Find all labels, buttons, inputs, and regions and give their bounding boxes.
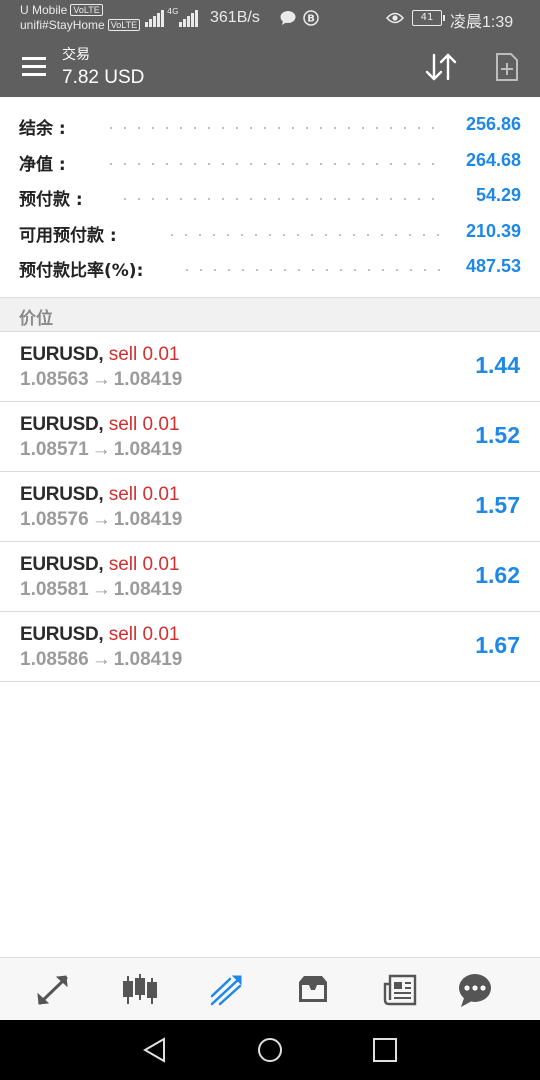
menu-icon[interactable] bbox=[22, 57, 48, 77]
open-price: 1.08563 bbox=[20, 369, 89, 390]
history-icon[interactable] bbox=[293, 970, 333, 1010]
summary-row-margin-level: 预付款比率(%): 487.53 bbox=[0, 250, 540, 286]
chat-bubble-icon bbox=[280, 11, 296, 25]
summary-label: 可用预付款 : bbox=[19, 225, 117, 246]
position-profit: 1.57 bbox=[475, 492, 520, 518]
volte-badge-2: VoLTE bbox=[107, 19, 141, 31]
summary-row-margin: 预付款 : 54.29 bbox=[0, 179, 540, 215]
eye-icon bbox=[386, 12, 404, 24]
chart-icon[interactable] bbox=[120, 970, 160, 1010]
position-row[interactable]: EURUSD, sell 0.01 1.08571 → 1.08419 1.52 bbox=[0, 402, 540, 472]
open-price: 1.08576 bbox=[20, 509, 89, 530]
price-arrow: → bbox=[91, 649, 111, 670]
current-price: 1.08419 bbox=[113, 649, 183, 670]
section-label: 价位 bbox=[19, 309, 53, 329]
dotted-leader bbox=[104, 127, 440, 129]
battery-icon: 41 bbox=[412, 10, 445, 26]
current-price: 1.08419 bbox=[113, 369, 183, 390]
bottom-nav bbox=[0, 957, 540, 1020]
summary-value: 210.39 bbox=[465, 220, 521, 241]
position-row[interactable]: EURUSD, sell 0.01 1.08563 → 1.08419 1.44 bbox=[0, 332, 540, 402]
signal-icon: 4G bbox=[145, 7, 207, 27]
dotted-leader bbox=[180, 269, 440, 271]
current-price: 1.08419 bbox=[113, 579, 183, 600]
position-symbol: EURUSD, bbox=[20, 554, 104, 575]
new-order-icon[interactable] bbox=[494, 52, 520, 82]
position-side: sell 0.01 bbox=[108, 414, 180, 435]
open-price: 1.08571 bbox=[20, 439, 89, 460]
price-arrow: → bbox=[91, 439, 111, 460]
system-nav-bar bbox=[0, 1020, 540, 1080]
position-symbol: EURUSD, bbox=[20, 624, 104, 645]
position-symbol: EURUSD, bbox=[20, 344, 104, 365]
positions-list: EURUSD, sell 0.01 1.08563 → 1.08419 1.44 E… bbox=[0, 332, 540, 682]
position-profit: 1.62 bbox=[475, 562, 520, 588]
position-side: sell 0.01 bbox=[108, 484, 180, 505]
b-circle-icon: B bbox=[303, 10, 319, 26]
price-arrow: → bbox=[91, 579, 111, 600]
position-row[interactable]: EURUSD, sell 0.01 1.08576 → 1.08419 1.57 bbox=[0, 472, 540, 542]
open-price: 1.08581 bbox=[20, 579, 89, 600]
dotted-leader bbox=[104, 162, 440, 165]
summary-row-balance: 结余 : 256.86 bbox=[0, 108, 540, 144]
summary-label: 结余 : bbox=[19, 119, 66, 139]
current-price: 1.08419 bbox=[113, 509, 183, 530]
summary-row-free-margin: 可用预付款 : 210.39 bbox=[0, 215, 540, 251]
svg-text:B: B bbox=[307, 14, 315, 25]
profit-total: 7.82 USD bbox=[62, 67, 145, 88]
position-side: sell 0.01 bbox=[108, 554, 180, 575]
summary-value: 264.68 bbox=[465, 149, 521, 170]
status-bar: U Mobile VoLTE unifi#StayHome VoLTE 4G 361… bbox=[0, 0, 540, 38]
position-symbol: EURUSD, bbox=[20, 414, 104, 435]
summary-value: 54.29 bbox=[475, 185, 521, 205]
summary-label: 预付款 : bbox=[19, 190, 83, 210]
volte-badge: VoLTE bbox=[70, 4, 103, 16]
news-icon[interactable] bbox=[380, 970, 420, 1010]
home-icon[interactable] bbox=[255, 1035, 285, 1065]
summary-label: 预付款比率(%): bbox=[19, 261, 144, 281]
network-type: 4G bbox=[167, 7, 179, 16]
trade-icon[interactable] bbox=[206, 970, 246, 1010]
price-arrow: → bbox=[91, 509, 111, 530]
current-price: 1.08419 bbox=[113, 439, 183, 460]
section-header: 价位 bbox=[0, 297, 540, 332]
position-side: sell 0.01 bbox=[108, 624, 180, 645]
price-arrow: → bbox=[91, 369, 111, 390]
position-profit: 1.52 bbox=[475, 422, 520, 448]
recents-icon[interactable] bbox=[370, 1035, 400, 1065]
account-summary: 结余 : 256.86 净值 : 264.68 预付款 : 54.29 可用预付… bbox=[0, 108, 540, 286]
position-profit: 1.44 bbox=[475, 352, 520, 378]
sort-icon[interactable] bbox=[424, 52, 458, 82]
net-speed: 361B/s bbox=[210, 9, 260, 26]
summary-label: 净值 : bbox=[19, 154, 66, 175]
carrier-name: U Mobile bbox=[20, 3, 68, 17]
summary-row-equity: 净值 : 264.68 bbox=[0, 144, 540, 180]
clock: 凌晨1:39 bbox=[450, 14, 514, 31]
quotes-icon[interactable] bbox=[33, 970, 73, 1010]
summary-value: 256.86 bbox=[465, 114, 521, 134]
summary-value: 487.53 bbox=[465, 256, 521, 276]
position-symbol: EURUSD, bbox=[20, 484, 104, 505]
dotted-leader bbox=[118, 198, 440, 200]
back-icon[interactable] bbox=[140, 1035, 170, 1065]
dotted-leader bbox=[165, 233, 440, 236]
position-row[interactable]: EURUSD, sell 0.01 1.08581 → 1.08419 1.62 bbox=[0, 542, 540, 612]
position-profit: 1.67 bbox=[475, 632, 520, 658]
position-side: sell 0.01 bbox=[108, 344, 180, 365]
top-bar: U Mobile VoLTE unifi#StayHome VoLTE 4G 361… bbox=[0, 0, 540, 97]
chat-icon[interactable] bbox=[455, 970, 495, 1010]
carrier-info: U Mobile VoLTE unifi#StayHome VoLTE bbox=[20, 3, 141, 33]
page-title: 交易 bbox=[62, 47, 90, 63]
open-price: 1.08586 bbox=[20, 649, 89, 670]
position-row[interactable]: EURUSD, sell 0.01 1.08586 → 1.08419 1.67 bbox=[0, 612, 540, 682]
wifi-name: unifi#StayHome bbox=[20, 18, 105, 32]
